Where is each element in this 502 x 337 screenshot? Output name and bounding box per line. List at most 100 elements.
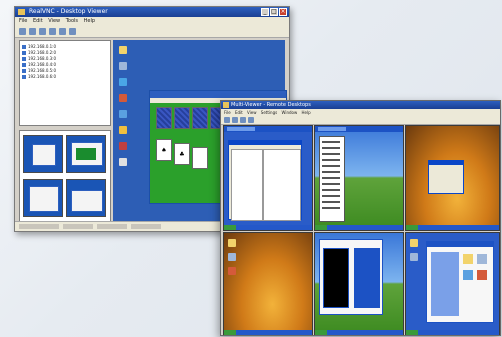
app-icon[interactable]: [119, 142, 127, 150]
list-item[interactable]: 192.168.0.6:0: [22, 74, 56, 79]
card[interactable]: [192, 147, 208, 169]
start-menu[interactable]: [319, 136, 345, 222]
side-panel: [431, 252, 459, 316]
front-menu-bar: File Edit View Settings Window Help: [221, 109, 500, 116]
pane-title-bar[interactable]: [315, 126, 403, 132]
disconnect-icon[interactable]: [232, 117, 238, 123]
solitaire-title-bar[interactable]: [150, 91, 286, 98]
list-item[interactable]: 192.168.0.4:0: [22, 62, 56, 67]
refresh-icon[interactable]: [39, 28, 46, 35]
explorer-window[interactable]: [228, 140, 302, 221]
playlist-panel: [354, 248, 380, 308]
network-icon[interactable]: [119, 78, 127, 86]
remote-desktop-pane-5[interactable]: [314, 232, 404, 335]
menu-edit[interactable]: Edit: [235, 110, 243, 115]
desktop-thumbnail[interactable]: [23, 135, 63, 173]
pane-title-bar[interactable]: [224, 126, 312, 132]
list-item[interactable]: 192.168.0.5:0: [22, 68, 56, 73]
document-icon[interactable]: [119, 158, 127, 166]
front-toolbar: [221, 116, 500, 125]
control-panel-window[interactable]: [426, 241, 494, 323]
status-field: [19, 224, 59, 229]
refresh-icon[interactable]: [248, 117, 254, 123]
menu-view[interactable]: View: [48, 18, 60, 24]
card-deck[interactable]: [156, 107, 172, 129]
thumbnail-panel: [19, 130, 111, 224]
menu-help[interactable]: Help: [84, 18, 95, 24]
desktop-thumbnail[interactable]: [66, 135, 106, 173]
connect-icon[interactable]: [224, 117, 230, 123]
front-multiviewer-window: Multi-Viewer - Remote Desktops File Edit…: [220, 100, 501, 336]
settings-icon[interactable]: [463, 270, 473, 280]
minimize-button[interactable]: _: [261, 8, 269, 16]
fullscreen-icon[interactable]: [59, 28, 66, 35]
menu-file[interactable]: File: [19, 18, 27, 24]
internet-explorer-icon[interactable]: [119, 110, 127, 118]
menu-window[interactable]: Window: [281, 110, 297, 115]
folder-icon[interactable]: [119, 46, 127, 54]
maximize-button[interactable]: □: [270, 8, 278, 16]
taskbar[interactable]: [224, 330, 312, 335]
menu-settings[interactable]: Settings: [261, 110, 277, 115]
back-toolbar: [15, 26, 289, 38]
menu-help[interactable]: Help: [302, 110, 311, 115]
app-icon: [223, 102, 229, 108]
media-window[interactable]: [319, 239, 383, 315]
folder-icon[interactable]: [228, 239, 236, 247]
remote-desktop-pane-3[interactable]: [405, 125, 500, 231]
grid-icon[interactable]: [240, 117, 246, 123]
remote-desktop-pane-2[interactable]: [314, 125, 404, 231]
settings-icon[interactable]: [477, 270, 487, 280]
card[interactable]: ♣: [174, 143, 190, 165]
computer-icon[interactable]: [410, 253, 418, 261]
card[interactable]: ♠: [156, 139, 172, 161]
computer-icon: [22, 63, 26, 67]
list-item[interactable]: 192.168.0.3:0: [22, 56, 56, 61]
taskbar[interactable]: [406, 330, 499, 335]
list-item[interactable]: 192.168.0.2:0: [22, 50, 56, 55]
folder-icon[interactable]: [410, 239, 418, 247]
status-field: [131, 224, 161, 229]
connection-list: 192.168.0.1:0 192.168.0.2:0 192.168.0.3:…: [19, 40, 111, 126]
settings-icon[interactable]: [463, 254, 473, 264]
computer-icon[interactable]: [228, 253, 236, 261]
front-window-title: Multi-Viewer - Remote Desktops: [231, 102, 311, 108]
remote-desktop-pane-4[interactable]: [223, 232, 313, 335]
thumbnail-solitaire: [76, 148, 96, 160]
disconnect-icon[interactable]: [29, 28, 36, 35]
computer-icon[interactable]: [119, 62, 127, 70]
menu-view[interactable]: View: [247, 110, 257, 115]
dialog-box[interactable]: [428, 160, 464, 194]
recycle-bin-icon[interactable]: [228, 267, 236, 275]
video-area: [323, 248, 349, 308]
computer-icon: [22, 75, 26, 79]
taskbar[interactable]: [315, 225, 403, 230]
menu-edit[interactable]: Edit: [33, 18, 43, 24]
settings-icon[interactable]: [477, 254, 487, 264]
computer-icon: [22, 51, 26, 55]
connect-icon[interactable]: [19, 28, 26, 35]
explorer-title: [229, 141, 301, 145]
taskbar[interactable]: [224, 225, 312, 230]
card[interactable]: [192, 107, 208, 129]
options-icon[interactable]: [49, 28, 56, 35]
folder-tree: [231, 149, 263, 221]
back-window-title: RealVNC - Desktop Viewer: [29, 8, 108, 15]
list-item[interactable]: 192.168.0.1:0: [22, 44, 56, 49]
card[interactable]: [174, 107, 190, 129]
recycle-bin-icon[interactable]: [119, 94, 127, 102]
desktop-thumbnail[interactable]: [66, 179, 106, 217]
remote-desktop-pane-6[interactable]: [405, 232, 500, 335]
folder-icon[interactable]: [119, 126, 127, 134]
info-icon[interactable]: [69, 28, 76, 35]
menu-file[interactable]: File: [224, 110, 231, 115]
taskbar[interactable]: [315, 330, 403, 335]
back-title-bar[interactable]: RealVNC - Desktop Viewer _ □ ×: [15, 7, 289, 17]
dialog-title: [429, 161, 463, 165]
menu-tools[interactable]: Tools: [66, 18, 78, 24]
front-title-bar[interactable]: Multi-Viewer - Remote Desktops: [221, 101, 500, 109]
desktop-thumbnail[interactable]: [23, 179, 63, 217]
taskbar[interactable]: [406, 225, 499, 230]
close-button[interactable]: ×: [279, 8, 287, 16]
remote-desktop-pane-1[interactable]: [223, 125, 313, 231]
